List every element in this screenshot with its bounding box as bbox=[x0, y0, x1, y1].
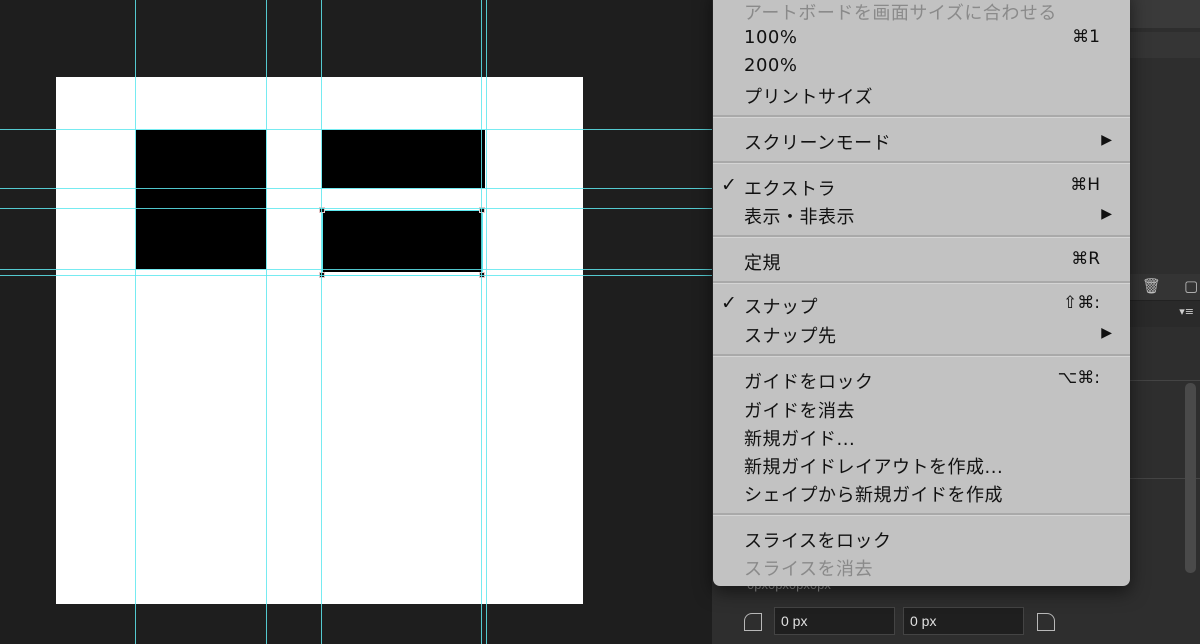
menu-item-label: スナップ bbox=[744, 297, 818, 318]
menu-item-show-hide[interactable]: 表示・非表示 ▶ bbox=[713, 200, 1130, 228]
menu-separator bbox=[713, 354, 1130, 357]
menu-item-100-percent[interactable]: 100% ⌘1 bbox=[713, 24, 1130, 52]
menu-item-label: スライスを消去 bbox=[744, 559, 873, 580]
menu-item-label: 200% bbox=[744, 55, 798, 76]
horizontal-guide[interactable] bbox=[0, 129, 712, 130]
menu-item-label: ガイドを消去 bbox=[744, 401, 855, 422]
menu-item-label: 新規ガイド... bbox=[744, 429, 856, 450]
menu-separator bbox=[713, 281, 1130, 284]
corner-top-left-icon bbox=[744, 613, 762, 631]
menu-item-label: ガイドをロック bbox=[744, 372, 874, 393]
panel-divider bbox=[1130, 380, 1200, 381]
vertical-guide[interactable] bbox=[135, 0, 136, 644]
horizontal-guide[interactable] bbox=[0, 208, 712, 209]
menu-item-lock-slices[interactable]: スライスをロック bbox=[713, 524, 1130, 552]
menu-item-label: 表示・非表示 bbox=[744, 207, 855, 228]
menu-item-shortcut: ⇧⌘: bbox=[1063, 293, 1100, 313]
menu-item-clear-slices: スライスを消去 bbox=[713, 552, 1130, 580]
menu-item-label: 100% bbox=[744, 27, 798, 48]
menu-item-shortcut: ⌘R bbox=[1071, 249, 1100, 269]
vertical-guide[interactable] bbox=[266, 0, 267, 644]
panel-tab-strip bbox=[1130, 0, 1200, 28]
panel-icon[interactable]: ▢ bbox=[1184, 277, 1198, 295]
layers-panel-toolbar: 🗑 ▢ bbox=[1130, 274, 1200, 301]
vertical-guide[interactable] bbox=[486, 0, 487, 644]
menu-item-label: 定規 bbox=[744, 253, 781, 274]
menu-item-new-guide[interactable]: 新規ガイド... bbox=[713, 422, 1130, 450]
menu-item-fit-artboard: アートボードを画面サイズに合わせる bbox=[713, 0, 1130, 24]
rectangle-shape[interactable] bbox=[136, 130, 266, 269]
menu-item-label: スクリーンモード bbox=[744, 133, 892, 154]
checkmark-icon: ✓ bbox=[721, 174, 737, 196]
panel-menu-icon[interactable]: ▾≡ bbox=[1179, 305, 1194, 318]
menu-item-label: プリントサイズ bbox=[744, 87, 873, 108]
menu-item-label: シェイプから新規ガイドを作成 bbox=[744, 485, 1003, 506]
menu-item-rulers[interactable]: 定規 ⌘R bbox=[713, 246, 1130, 274]
menu-item-shortcut: ⌥⌘: bbox=[1057, 368, 1100, 388]
panel-scrollbar[interactable] bbox=[1185, 383, 1196, 573]
menu-item-new-guide-layout[interactable]: 新規ガイドレイアウトを作成... bbox=[713, 450, 1130, 478]
menu-item-label: 新規ガイドレイアウトを作成... bbox=[744, 457, 1004, 478]
menu-item-label: スライスをロック bbox=[744, 531, 892, 552]
menu-item-screen-mode[interactable]: スクリーンモード ▶ bbox=[713, 126, 1130, 154]
horizontal-guide[interactable] bbox=[0, 269, 712, 270]
submenu-arrow-icon: ▶ bbox=[1101, 206, 1112, 222]
menu-item-snap[interactable]: ✓ スナップ ⇧⌘: bbox=[713, 290, 1130, 318]
menu-item-label: アートボードを画面サイズに合わせる bbox=[744, 3, 1057, 24]
horizontal-guide[interactable] bbox=[0, 275, 712, 276]
vertical-guide[interactable] bbox=[481, 0, 482, 644]
menu-item-200-percent[interactable]: 200% bbox=[713, 52, 1130, 80]
menu-item-snap-to[interactable]: スナップ先 ▶ bbox=[713, 319, 1130, 347]
corner-radius-input-right[interactable]: 0 px bbox=[903, 607, 1024, 635]
menu-item-extras[interactable]: ✓ エクストラ ⌘H bbox=[713, 172, 1130, 200]
corner-radius-input-left[interactable]: 0 px bbox=[774, 607, 895, 635]
menu-separator bbox=[713, 513, 1130, 516]
menu-item-lock-guides[interactable]: ガイドをロック ⌥⌘: bbox=[713, 365, 1130, 393]
checkmark-icon: ✓ bbox=[721, 292, 737, 314]
trash-icon[interactable]: 🗑 bbox=[1142, 277, 1161, 295]
menu-item-label: エクストラ bbox=[744, 179, 836, 200]
panel-header: ▾≡ bbox=[1130, 301, 1200, 327]
panel-tab-strip bbox=[1130, 32, 1200, 58]
menu-separator bbox=[713, 161, 1130, 164]
menu-item-print-size[interactable]: プリントサイズ bbox=[713, 80, 1130, 108]
document-canvas[interactable] bbox=[0, 0, 712, 644]
submenu-arrow-icon: ▶ bbox=[1101, 132, 1112, 148]
selection-bounding-box bbox=[322, 210, 483, 276]
menu-separator bbox=[713, 115, 1130, 118]
view-menu-dropdown: アートボードを画面サイズに合わせる 100% ⌘1 200% プリントサイズ ス… bbox=[713, 0, 1130, 586]
rectangle-shape[interactable] bbox=[322, 130, 485, 188]
menu-item-clear-guides[interactable]: ガイドを消去 bbox=[713, 394, 1130, 422]
menu-item-shortcut: ⌘H bbox=[1070, 175, 1100, 195]
submenu-arrow-icon: ▶ bbox=[1101, 325, 1112, 341]
menu-item-label: スナップ先 bbox=[744, 326, 837, 347]
menu-item-shortcut: ⌘1 bbox=[1072, 27, 1100, 47]
horizontal-guide[interactable] bbox=[0, 188, 712, 189]
vertical-guide[interactable] bbox=[321, 0, 322, 644]
corner-top-right-icon bbox=[1037, 613, 1055, 631]
menu-item-guides-from-shape[interactable]: シェイプから新規ガイドを作成 bbox=[713, 478, 1130, 506]
menu-separator bbox=[713, 235, 1130, 238]
